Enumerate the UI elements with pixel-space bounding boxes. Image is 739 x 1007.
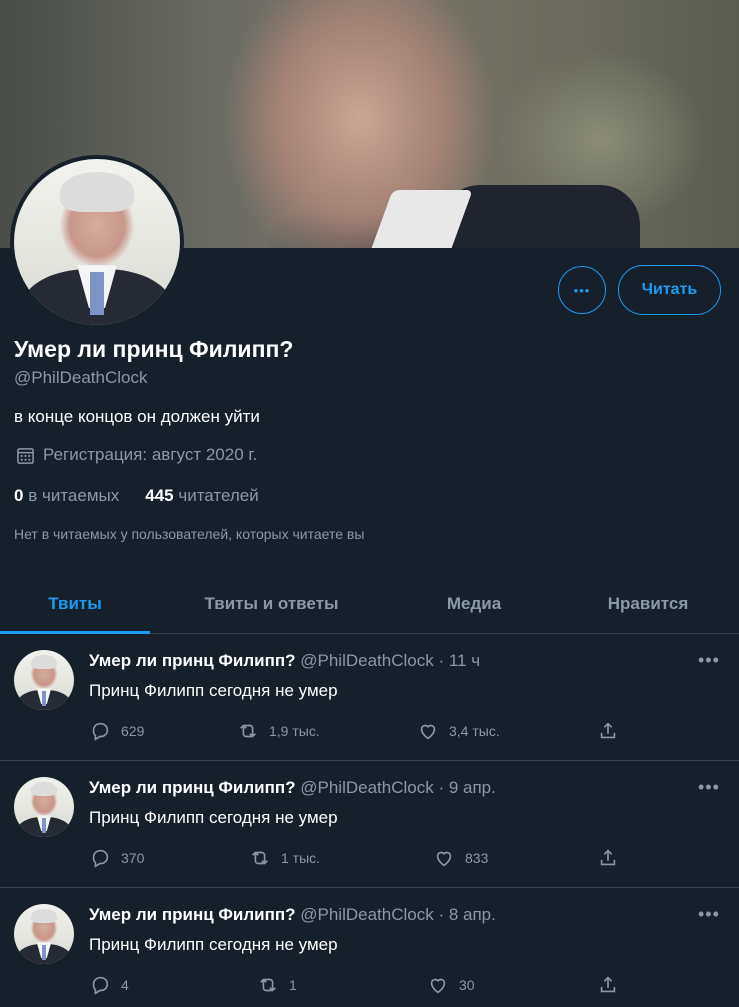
tweet-more-icon[interactable]: •••: [698, 650, 720, 671]
like-count: 833: [465, 850, 489, 866]
reply-icon: [92, 849, 109, 868]
retweet-icon: [252, 851, 268, 865]
following-label: в читаемых: [28, 486, 120, 505]
like-button[interactable]: 3,4 тыс.: [417, 720, 500, 742]
more-options-button[interactable]: •••: [558, 266, 606, 314]
tweet-avatar[interactable]: [14, 650, 74, 710]
reply-icon: [92, 722, 109, 741]
profile-tabs: Твиты Твиты и ответы Медиа Нравится: [0, 574, 739, 634]
tab-media[interactable]: Медиа: [420, 574, 528, 633]
retweet-count: 1: [289, 977, 297, 993]
tab-tweets[interactable]: Твиты: [0, 574, 150, 634]
tweet[interactable]: Умер ли принц Филипп? @PhilDeathClock · …: [0, 634, 739, 761]
tweet-meta: @PhilDeathClock · 11 ч: [300, 651, 481, 670]
reply-count: 370: [121, 850, 145, 866]
share-icon: [600, 722, 616, 739]
tab-likes[interactable]: Нравится: [590, 574, 706, 633]
like-count: 30: [459, 977, 475, 993]
profile-handle: @PhilDeathClock: [14, 368, 148, 387]
followers-count: 445: [145, 486, 174, 505]
tweet-author-name[interactable]: Умер ли принц Филипп?: [89, 905, 296, 924]
profile-avatar[interactable]: [10, 155, 184, 329]
reply-count: 629: [121, 723, 145, 739]
followers-label: читателей: [178, 486, 259, 505]
tweet-more-icon[interactable]: •••: [698, 904, 720, 925]
tweet[interactable]: Умер ли принц Филипп? @PhilDeathClock · …: [0, 761, 739, 888]
retweet-icon: [260, 978, 276, 992]
followers-link[interactable]: 445 читателей: [145, 486, 259, 506]
retweet-button[interactable]: 1 тыс.: [249, 847, 320, 869]
mutual-followers-note: Нет в читаемых у пользователей, которых …: [14, 526, 365, 542]
retweet-icon: [240, 724, 256, 738]
tweet-header: Умер ли принц Филипп? @PhilDeathClock · …: [89, 905, 496, 925]
avatar-image: [14, 159, 180, 325]
more-icon: •••: [573, 282, 591, 298]
tweet-meta: @PhilDeathClock · 9 апр.: [300, 778, 496, 797]
reply-count: 4: [121, 977, 129, 993]
calendar-icon: [17, 447, 34, 464]
heart-icon: [430, 978, 446, 994]
like-count: 3,4 тыс.: [449, 723, 500, 739]
tweet-text: Принц Филипп сегодня не умер: [89, 681, 338, 700]
heart-icon: [420, 724, 436, 740]
profile-stats: 0 в читаемых 445 читателей: [14, 486, 259, 506]
share-icon: [600, 849, 616, 866]
follow-button[interactable]: Читать: [618, 265, 721, 315]
retweet-count: 1 тыс.: [281, 850, 321, 866]
tweet-header: Умер ли принц Филипп? @PhilDeathClock · …: [89, 651, 480, 671]
like-button[interactable]: 30: [427, 974, 475, 996]
tweet-header: Умер ли принц Филипп? @PhilDeathClock · …: [89, 778, 496, 798]
retweet-button[interactable]: 1,9 тыс.: [237, 720, 320, 742]
tab-tweets-and-replies[interactable]: Твиты и ответы: [180, 574, 363, 633]
tweet-actions: 629 1,9 тыс. 3,4 тыс.: [89, 720, 629, 744]
tweet-avatar[interactable]: [14, 904, 74, 964]
join-date: Регистрация: август 2020 г.: [16, 445, 257, 465]
share-button[interactable]: [597, 847, 619, 869]
following-link[interactable]: 0 в читаемых: [14, 486, 119, 506]
share-icon: [600, 976, 616, 993]
tweet-text: Принц Филипп сегодня не умер: [89, 935, 338, 954]
profile-bio: в конце концов он должен уйти: [14, 407, 260, 426]
reply-button[interactable]: 629: [89, 720, 144, 742]
reply-button[interactable]: 4: [89, 974, 129, 996]
share-button[interactable]: [597, 974, 619, 996]
tweet-actions: 370 1 тыс. 833: [89, 847, 629, 871]
reply-icon: [92, 976, 109, 995]
following-count: 0: [14, 486, 24, 505]
tweet-actions: 4 1 30: [89, 974, 629, 998]
heart-icon: [436, 851, 452, 867]
tweet[interactable]: Умер ли принц Филипп? @PhilDeathClock · …: [0, 888, 739, 1007]
retweet-button[interactable]: 1: [257, 974, 297, 996]
tweet-avatar[interactable]: [14, 777, 74, 837]
share-button[interactable]: [597, 720, 619, 742]
tweet-more-icon[interactable]: •••: [698, 777, 720, 798]
like-button[interactable]: 833: [433, 847, 488, 869]
tweet-meta: @PhilDeathClock · 8 апр.: [300, 905, 496, 924]
retweet-count: 1,9 тыс.: [269, 723, 320, 739]
tweet-author-name[interactable]: Умер ли принц Филипп?: [89, 778, 296, 797]
reply-button[interactable]: 370: [89, 847, 144, 869]
join-date-text: Регистрация: август 2020 г.: [43, 445, 258, 464]
tweet-author-name[interactable]: Умер ли принц Филипп?: [89, 651, 296, 670]
tweet-text: Принц Филипп сегодня не умер: [89, 808, 338, 827]
profile-name: Умер ли принц Филипп?: [14, 336, 294, 362]
